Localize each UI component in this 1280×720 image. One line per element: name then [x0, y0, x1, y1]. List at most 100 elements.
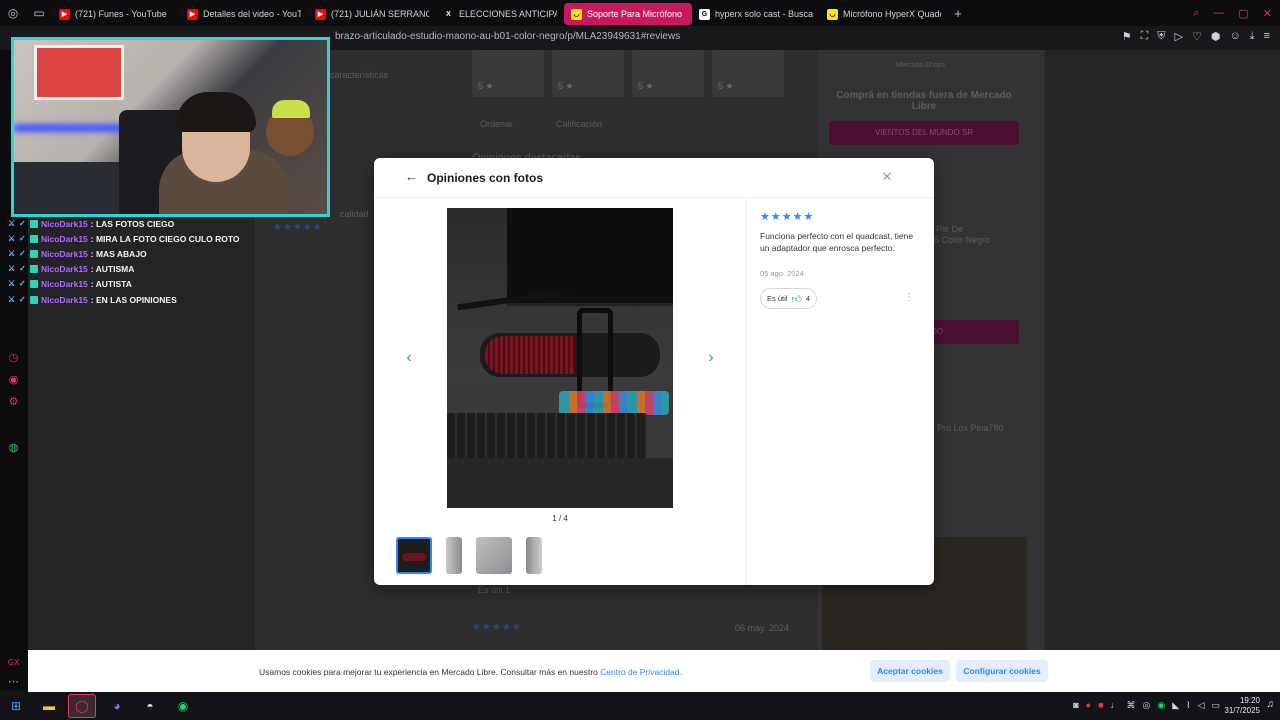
star-icon: ★: [803, 211, 815, 223]
wifi-icon[interactable]: ⌇: [1186, 700, 1190, 711]
sword-badge-icon: ⚔: [8, 294, 16, 304]
chat-text: : MIRA LA FOTO CIEGO CULO ROTO: [90, 233, 240, 244]
messenger-icon[interactable]: ◉: [7, 374, 20, 387]
thumbnail-1[interactable]: [396, 537, 432, 574]
history-icon[interactable]: ◷: [7, 352, 20, 365]
mercadolibre-icon: ◡: [827, 8, 838, 20]
sword-badge-icon: ⚔: [8, 279, 16, 289]
chat-message: ⚔ ✓ NicoDark15: LAS FOTOS CIEGO: [8, 216, 248, 231]
obs-icon[interactable]: ◓: [136, 694, 164, 718]
browser-tab[interactable]: ◡ Soporte Para Micrófono E: [564, 3, 692, 25]
thumbs-up-icon: 👍︎: [791, 293, 802, 305]
mic-grille: [485, 336, 575, 374]
useful-label: Es útil: [767, 294, 788, 303]
review-thumb: 5 ★: [472, 50, 544, 97]
youtube-icon: ▶: [59, 8, 70, 20]
browser-menu-icon[interactable]: ◎: [0, 0, 26, 26]
minimize-icon[interactable]: —: [1213, 7, 1224, 19]
notification-icon[interactable]: ♫: [1267, 699, 1275, 710]
browser-tab[interactable]: ▶ Detalles del video - YouT: [180, 3, 308, 25]
chat-text: : LAS FOTOS CIEGO: [90, 218, 175, 229]
maximize-icon[interactable]: ▢: [1238, 7, 1248, 20]
modal-divider: [746, 198, 747, 585]
bookmark-icon[interactable]: ⚑: [1122, 30, 1132, 43]
check-badge-icon: ✓: [19, 218, 26, 228]
more-icon[interactable]: ⋯: [7, 676, 20, 689]
download-icon[interactable]: ⤓: [1250, 30, 1255, 43]
menu-icon[interactable]: ≡: [1264, 30, 1270, 43]
battery-icon[interactable]: ▭: [1211, 700, 1220, 711]
browser-tab[interactable]: ◡ Micrófono HyperX Quadc: [820, 3, 948, 25]
streamer-hair: [176, 92, 256, 132]
network-app-icon[interactable]: ⌘: [1127, 700, 1136, 711]
url-text[interactable]: brazo-articulado-estudio-maono-au-b01-co…: [335, 31, 680, 42]
chevron-left-icon[interactable]: ‹: [399, 346, 419, 370]
subscriber-badge-icon: [30, 265, 38, 274]
more-options-icon[interactable]: ⋮: [904, 292, 914, 304]
discord-tray-icon[interactable]: ◙: [1073, 700, 1078, 711]
record-icon[interactable]: ■: [1098, 700, 1103, 711]
stream-chat: ⚔ ✓ NicoDark15: LAS FOTOS CIEGO ⚔ ✓ NicoDark1…: [8, 216, 248, 307]
subscriber-badge-icon: [30, 219, 38, 228]
new-tab-button[interactable]: +: [948, 6, 968, 21]
settings-icon[interactable]: ⚙: [7, 396, 20, 409]
back-arrow-icon[interactable]: ←: [405, 169, 421, 185]
check-badge-icon: ✓: [19, 248, 26, 258]
nvidia-icon[interactable]: ◣: [1172, 700, 1179, 711]
thumbnail-2[interactable]: [446, 537, 462, 574]
subscriber-badge-icon: [30, 249, 38, 258]
chat-message: ⚔ ✓ NicoDark15: MIRA LA FOTO CIEGO CULO RO…: [8, 231, 248, 246]
close-icon[interactable]: ✕: [879, 169, 895, 185]
youtube-icon: ▶: [187, 8, 198, 20]
background-useful: Es útil 1: [478, 585, 511, 595]
search-icon[interactable]: ⌕: [1193, 7, 1199, 20]
chevron-right-icon[interactable]: ›: [701, 346, 721, 370]
screenshot-icon[interactable]: ⛶: [1141, 30, 1149, 43]
chat-text: : AUTISTA: [90, 279, 132, 290]
tab-title: hyperx solo cast - Busca: [715, 9, 813, 19]
accept-cookies-button[interactable]: Aceptar cookies: [870, 660, 950, 682]
vpn-icon[interactable]: ◍: [7, 442, 20, 455]
chat-text: : EN LAS OPINIONES: [90, 294, 177, 305]
volume-icon[interactable]: ◁: [1198, 700, 1205, 711]
shops-text: Comprá en tiendas fuera de Mercado Libre: [836, 90, 1012, 112]
play-icon[interactable]: ▷: [1175, 30, 1183, 43]
thumbnail-4[interactable]: [526, 537, 542, 574]
tab-actions-icon[interactable]: ▭: [26, 0, 52, 26]
opera-gx-icon[interactable]: ◯: [68, 694, 96, 718]
useful-button[interactable]: Es útil 👍︎ 4: [760, 288, 818, 309]
shield-icon[interactable]: ⛨: [1157, 30, 1165, 43]
privacy-link[interactable]: Centro de Privacidad.: [600, 667, 682, 677]
star-icon: ★: [760, 211, 771, 223]
chat-username: NicoDark15: [41, 294, 88, 305]
extensions-icon[interactable]: ⬢: [1211, 30, 1221, 43]
clock-time: 19:20: [1239, 696, 1260, 705]
screen: ◎ ▭ ▶ (721) Funes - YouTube ▶ Detalles del …: [0, 0, 1280, 720]
check-badge-icon: ✓: [19, 279, 26, 289]
configure-cookies-button[interactable]: Configurar cookies: [956, 660, 1048, 682]
discord-ptb-icon[interactable]: ◕: [103, 694, 131, 718]
gx-icon[interactable]: GX: [7, 656, 20, 669]
microphone-icon[interactable]: ♩: [1111, 700, 1120, 711]
spotify-tray-icon[interactable]: ◉: [1157, 700, 1165, 711]
file-explorer-icon[interactable]: ▬: [35, 694, 63, 718]
profile-icon[interactable]: ☺: [1229, 30, 1240, 43]
check-badge-icon: ✓: [19, 264, 26, 274]
steam-icon[interactable]: ◎: [1143, 700, 1151, 711]
heart-icon[interactable]: ♡: [1192, 30, 1202, 43]
spotify-icon[interactable]: ◉: [169, 694, 197, 718]
review-thumb: 5 ★: [712, 50, 784, 97]
chat-username: NicoDark15: [41, 248, 88, 259]
check-badge-icon: ✓: [19, 233, 26, 243]
clock[interactable]: 19:20 31/7/2025: [1224, 696, 1260, 716]
start-icon[interactable]: ⊞: [2, 694, 30, 718]
browser-tab[interactable]: ▶ (721) JULIÁN SERRANO Y: [308, 3, 436, 25]
sword-badge-icon: ⚔: [8, 218, 16, 228]
browser-tab[interactable]: X ELECCIONES ANTICIPADA: [436, 3, 564, 25]
mic-muted-icon[interactable]: ●: [1086, 700, 1091, 711]
browser-tab[interactable]: ▶ (721) Funes - YouTube: [52, 3, 180, 25]
thumbnail-3[interactable]: [476, 537, 512, 574]
close-window-icon[interactable]: ✕: [1263, 7, 1272, 20]
review-date: 05 ago. 2024: [760, 269, 804, 278]
browser-tab[interactable]: Ghyperx solo cast - Busca: [692, 3, 820, 25]
